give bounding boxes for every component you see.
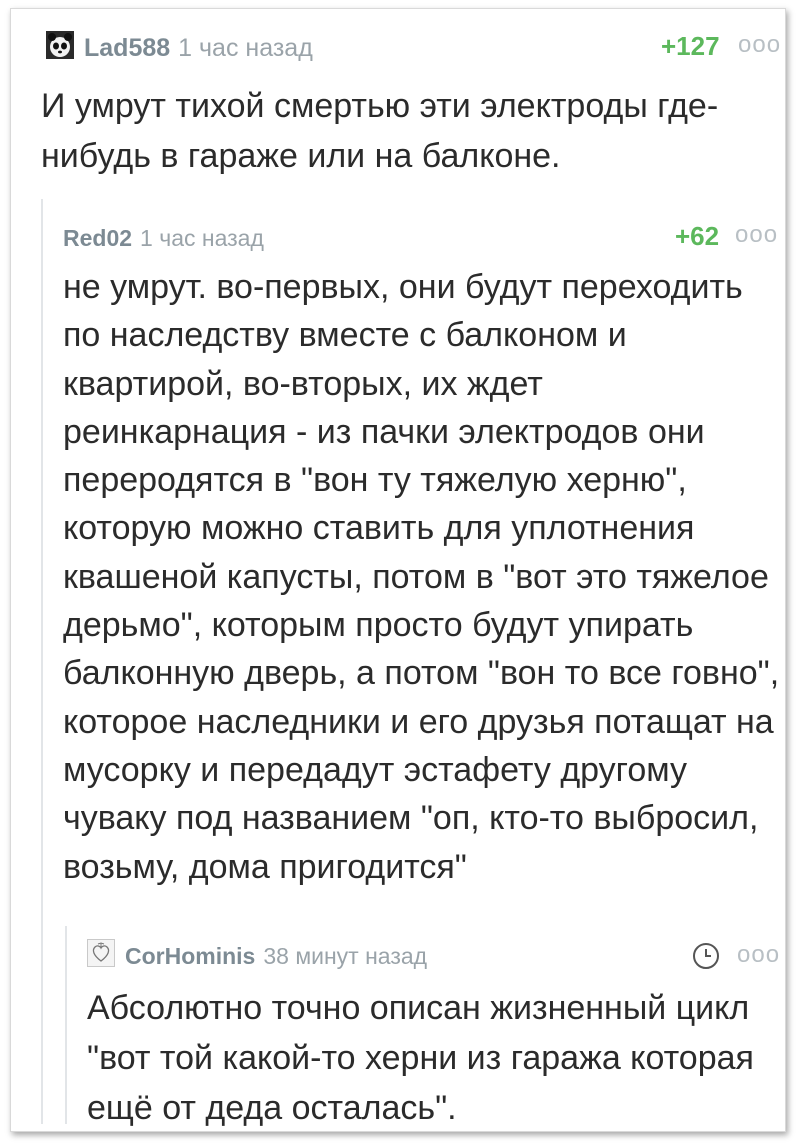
comment-text: И умрут тихой смертью эти электроды где-… [41, 87, 719, 175]
username[interactable]: CorHominis [125, 943, 255, 970]
more-options-icon[interactable]: ooo [737, 941, 780, 969]
comment-header: Red02 1 час назад [63, 221, 264, 255]
comments-panel: Lad588 1 час назад +127 ooo И умрут тихо… [10, 8, 786, 1132]
comment-header: CorHominis 38 минут назад [87, 939, 427, 973]
username[interactable]: Red02 [63, 225, 132, 252]
username[interactable]: Lad588 [84, 34, 170, 63]
comment-text: Абсолютно точно описан жизненный цикл "в… [87, 989, 754, 1127]
rating: +62 [675, 221, 720, 251]
comment-header: Lad588 1 час назад [46, 29, 313, 67]
panda-avatar-icon[interactable] [46, 30, 74, 66]
thread-branch-line[interactable] [65, 926, 67, 1124]
thread-branch-line[interactable] [41, 199, 43, 1124]
heart-sketch-avatar-icon[interactable] [87, 939, 115, 973]
timestamp: 1 час назад [140, 224, 264, 251]
more-options-icon[interactable]: ooo [738, 31, 781, 59]
timestamp: 1 час назад [178, 33, 313, 62]
comment-text: не умрут. во-первых, они будут переходит… [63, 268, 780, 886]
timestamp: 38 минут назад [263, 942, 428, 969]
clock-icon[interactable] [691, 941, 721, 971]
more-options-icon[interactable]: ooo [735, 221, 778, 249]
rating: +127 [661, 31, 720, 61]
